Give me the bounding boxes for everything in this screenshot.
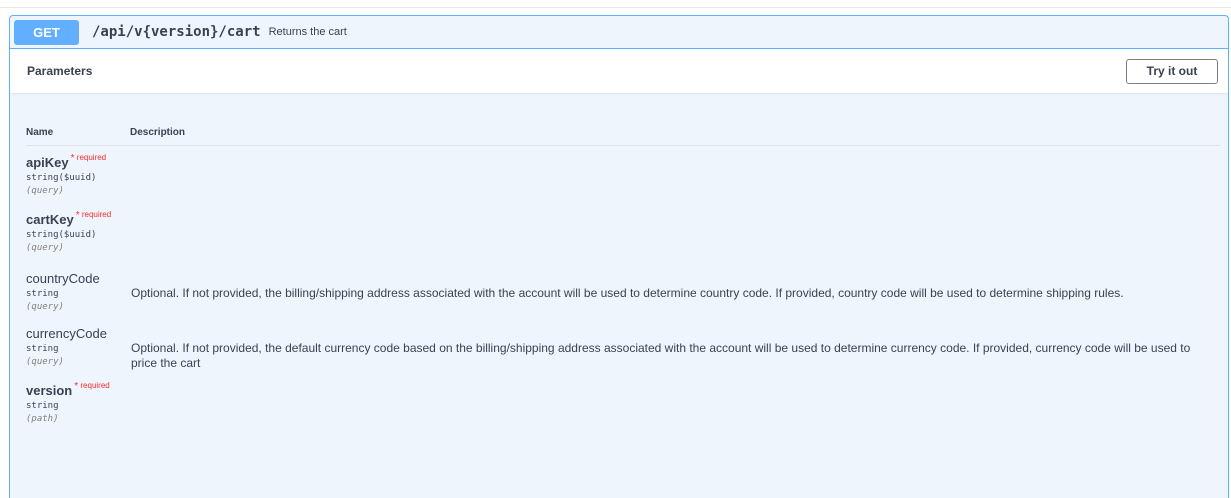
parameter-name-cell: version * required string (path) [26, 381, 130, 424]
parameter-type: string($uuid) [26, 173, 97, 183]
parameter-name: apiKey * required [26, 153, 130, 170]
parameter-type: string [26, 344, 59, 354]
operation-summary[interactable]: GET /api/v{version}/cart Returns the car… [10, 16, 1228, 49]
parameter-type: string($uuid) [26, 230, 97, 240]
parameter-location: (query) [26, 243, 64, 253]
parameter-name-cell: countryCode string (query) [26, 271, 130, 312]
parameter-name: version * required [26, 381, 130, 398]
parameter-row-countrycode: countryCode string (query) Optional. If … [26, 271, 1220, 312]
parameter-name: cartKey * required [26, 210, 130, 227]
parameter-name: currencyCode [26, 326, 107, 341]
parameter-location: (query) [26, 186, 64, 196]
required-marker: * required [75, 210, 112, 221]
column-header-name: Name [26, 127, 54, 138]
parameter-name-text: cartKey [26, 212, 74, 227]
parameter-description [130, 155, 1201, 196]
parameter-type: string [26, 289, 59, 299]
parameter-row-version: version * required string (path) [26, 381, 1220, 424]
column-header-description: Description [130, 127, 186, 138]
parameters-section-header: Parameters Try it out [10, 49, 1228, 93]
parameter-description [130, 383, 1201, 424]
parameter-location: (query) [26, 302, 64, 312]
required-marker: * required [70, 153, 107, 164]
parameter-location: (query) [26, 357, 64, 367]
parameter-row-cartkey: cartKey * required string($uuid) (query) [26, 210, 1220, 253]
parameter-description: Optional. If not provided, the default c… [131, 341, 1191, 370]
required-marker: * required [74, 381, 110, 392]
parameter-type: string [26, 401, 59, 411]
parameter-name-text: apiKey [26, 155, 69, 170]
parameter-row-apikey: apiKey * required string($uuid) (query) [26, 153, 1220, 196]
operation-path[interactable]: /api/v{version}/cart [92, 24, 261, 40]
operation-block-get-cart: GET /api/v{version}/cart Returns the car… [9, 15, 1229, 498]
parameter-description [130, 212, 1201, 253]
top-divider [0, 0, 1231, 8]
parameter-location: (path) [26, 414, 59, 424]
parameter-name-text: version [26, 383, 73, 398]
parameter-name: countryCode [26, 271, 100, 286]
parameter-row-currencycode: currencyCode string (query) Optional. If… [26, 326, 1220, 371]
parameters-table-header: Name Description [26, 93, 1220, 146]
parameters-title: Parameters [27, 64, 93, 78]
parameter-name-cell: cartKey * required string($uuid) (query) [26, 210, 130, 253]
http-method-badge[interactable]: GET [14, 19, 79, 45]
parameters-table: Name Description apiKey * required string… [10, 93, 1228, 424]
parameter-name-cell: apiKey * required string($uuid) (query) [26, 153, 130, 196]
try-it-out-button[interactable]: Try it out [1126, 58, 1218, 84]
operation-summary-text[interactable]: Returns the cart [269, 26, 347, 38]
parameter-description: Optional. If not provided, the billing/s… [131, 286, 1124, 300]
parameter-name-cell: currencyCode string (query) [26, 326, 130, 371]
